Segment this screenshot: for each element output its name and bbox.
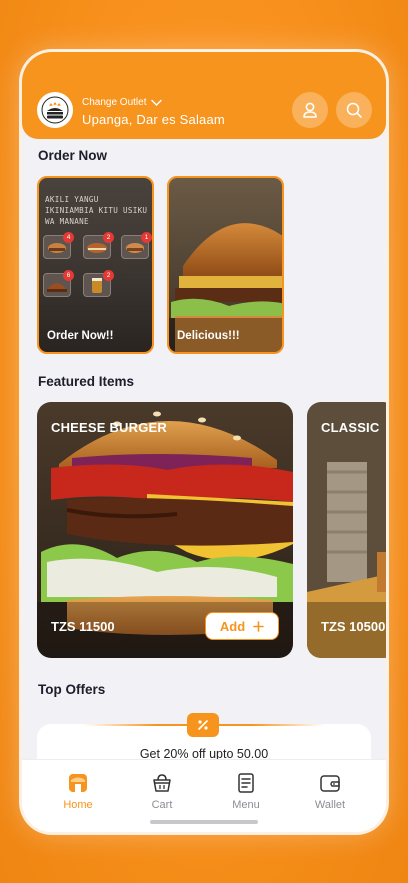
basket-icon — [153, 774, 171, 792]
nav-menu[interactable]: Menu — [211, 772, 281, 811]
featured-items-title: Featured Items — [38, 374, 135, 389]
nav-home[interactable]: Home — [43, 772, 113, 811]
user-icon — [303, 102, 317, 118]
menu-item-thumb: 6 — [43, 270, 74, 297]
brand-logo[interactable] — [37, 92, 73, 128]
order-now-caption: Order Now!! — [47, 330, 114, 342]
percent-icon — [198, 720, 208, 730]
item-name: CLASSIC — [321, 420, 380, 435]
profile-button[interactable] — [292, 92, 328, 128]
burger-photo — [169, 178, 282, 352]
count-badge: 6 — [63, 270, 74, 281]
nav-label: Menu — [232, 799, 260, 811]
outlet-name: Upanga, Dar es Salaam — [82, 112, 225, 127]
item-name: CHEESE BURGER — [51, 420, 168, 435]
nav-cart[interactable]: Cart — [127, 772, 197, 811]
nav-label: Home — [63, 799, 93, 811]
delicious-card[interactable]: Delicious!!! — [167, 176, 284, 354]
count-badge: 2 — [103, 270, 114, 281]
change-outlet-label: Change Outlet — [82, 97, 147, 108]
search-icon — [346, 102, 362, 118]
app-screen: Change Outlet Upanga, Dar es Salaam Orde… — [22, 52, 386, 832]
nav-label: Cart — [151, 799, 173, 811]
nav-label: Wallet — [314, 799, 346, 811]
wallet-icon — [320, 775, 340, 792]
menu-item-thumb: 2 — [83, 232, 114, 259]
menu-item-thumb: 1 — [121, 232, 152, 259]
burger-logo-icon — [41, 96, 69, 124]
nav-wallet[interactable]: Wallet — [295, 772, 365, 811]
chevron-down-icon — [150, 99, 162, 106]
count-badge: 2 — [103, 232, 114, 243]
add-to-cart-button[interactable]: Add — [205, 612, 279, 640]
search-button[interactable] — [336, 92, 372, 128]
top-offers-title: Top Offers — [38, 682, 106, 697]
menu-doc-icon — [238, 773, 254, 793]
item-price: TZS 10500 — [321, 619, 386, 634]
count-badge: 1 — [141, 232, 152, 243]
app-header: Change Outlet Upanga, Dar es Salaam — [22, 52, 386, 139]
order-now-title: Order Now — [38, 148, 108, 163]
featured-item-card[interactable]: CLASSIC TZS 10500 — [307, 402, 386, 658]
featured-item-card[interactable]: CHEESE BURGER TZS 11500 Add — [37, 402, 293, 658]
menu-board-text: AKILI YANGU IKINIAMBIA KITU USIKU WA MAN… — [45, 195, 148, 226]
order-now-card[interactable]: AKILI YANGU IKINIAMBIA KITU USIKU WA MAN… — [37, 176, 154, 354]
menu-item-thumb: 2 — [83, 270, 114, 297]
bottom-navigation: Home Cart Menu Wallet — [22, 759, 386, 832]
add-label: Add — [219, 618, 246, 634]
count-badge: 4 — [63, 232, 74, 243]
change-outlet-button[interactable]: Change Outlet — [82, 97, 162, 108]
item-price: TZS 11500 — [51, 619, 115, 634]
plus-icon — [253, 620, 264, 632]
home-store-icon — [69, 774, 87, 792]
menu-item-thumb: 4 — [43, 232, 74, 259]
delicious-caption: Delicious!!! — [177, 330, 240, 342]
offer-tag — [187, 713, 219, 737]
home-indicator — [150, 820, 258, 824]
